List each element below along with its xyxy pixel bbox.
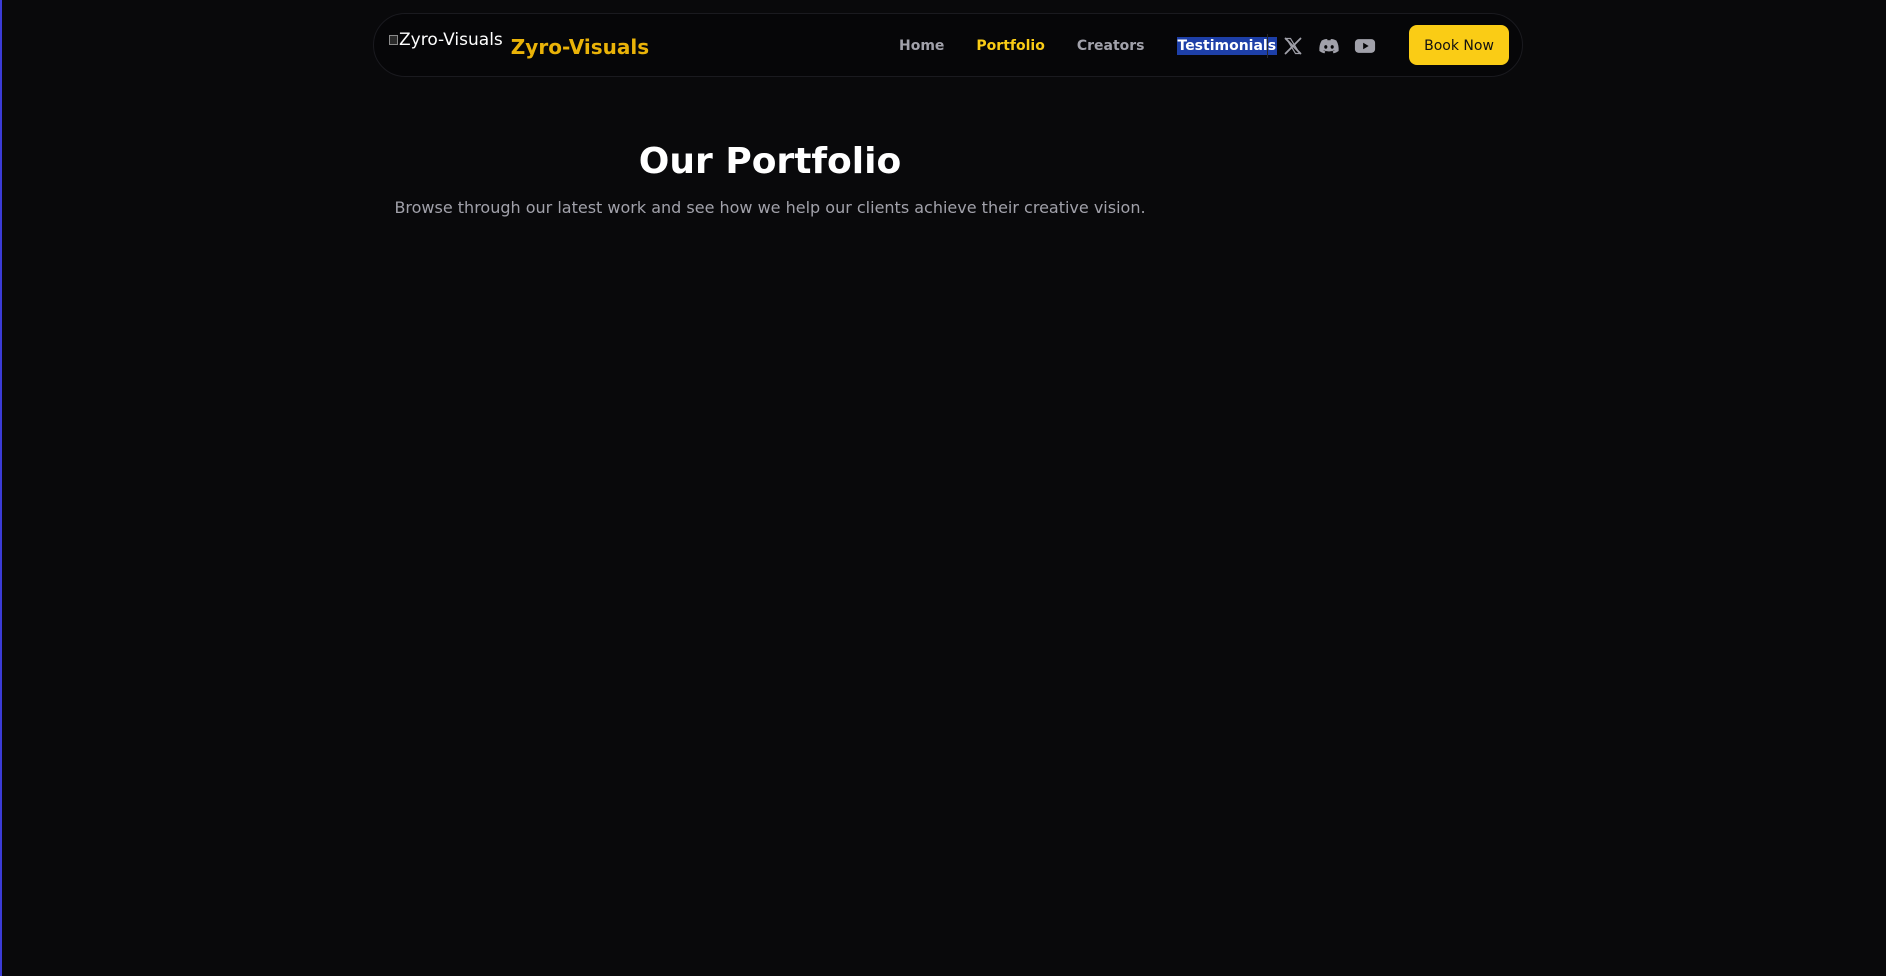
logo-image[interactable]: Zyro-Visuals bbox=[389, 30, 503, 50]
discord-icon[interactable] bbox=[1318, 35, 1340, 57]
nav-link-creators[interactable]: Creators bbox=[1077, 37, 1145, 55]
nav-link-portfolio[interactable]: Portfolio bbox=[976, 37, 1044, 55]
social-links bbox=[1282, 35, 1376, 57]
page-subtitle: Browse through our latest work and see h… bbox=[394, 198, 1146, 217]
x-icon[interactable] bbox=[1282, 35, 1304, 57]
youtube-icon[interactable] bbox=[1354, 35, 1376, 57]
nav-link-home[interactable]: Home bbox=[899, 37, 944, 55]
nav-divider bbox=[1267, 34, 1268, 58]
brand[interactable]: Zyro-Visuals Zyro-Visuals bbox=[389, 30, 649, 59]
navbar: Zyro-Visuals Zyro-Visuals Home Portfolio… bbox=[373, 13, 1523, 77]
nav-link-testimonials[interactable]: Testimonials bbox=[1176, 37, 1278, 55]
broken-image-icon bbox=[389, 35, 398, 45]
book-now-button[interactable]: Book Now bbox=[1409, 25, 1509, 65]
logo-alt-text: Zyro-Visuals bbox=[399, 30, 503, 50]
brand-name[interactable]: Zyro-Visuals bbox=[511, 35, 649, 59]
window-edge bbox=[0, 0, 2, 976]
nav-links: Home Portfolio Creators Testimonials bbox=[899, 37, 1309, 55]
page-title: Our Portfolio bbox=[638, 141, 902, 182]
